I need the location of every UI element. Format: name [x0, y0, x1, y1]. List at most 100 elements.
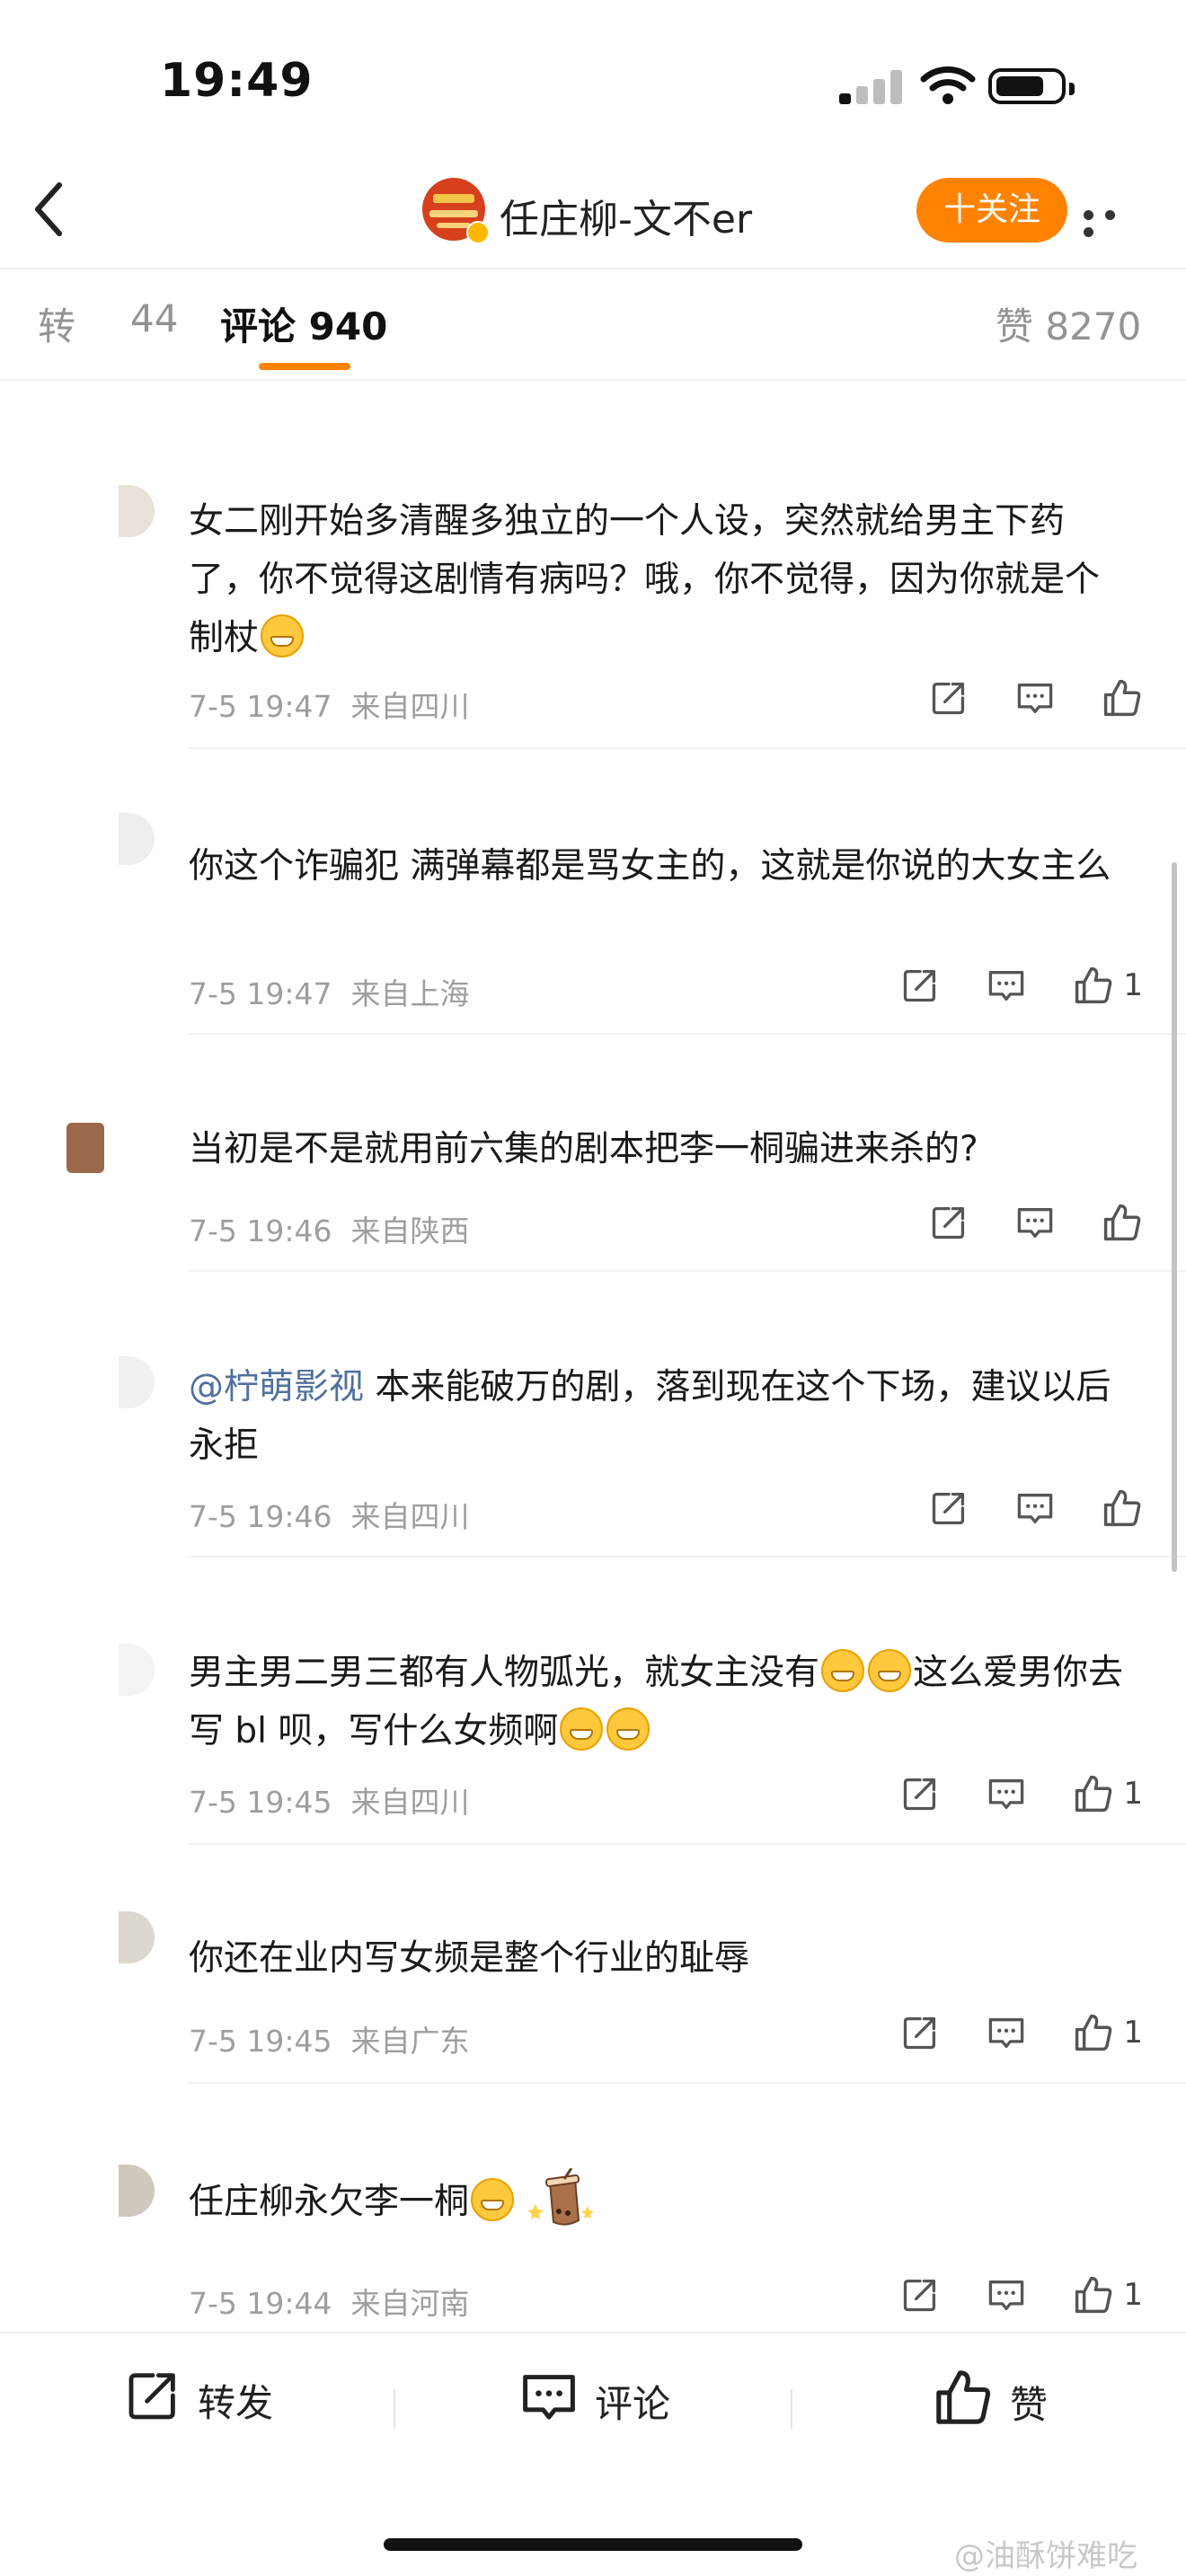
comment-location: 来自陕西	[350, 1213, 470, 1248]
like-icon[interactable]	[1102, 1487, 1143, 1529]
back-icon[interactable]	[31, 180, 66, 239]
bottom-bar-divider	[0, 2332, 1186, 2333]
comment-body: 任庄柳永欠李一桐	[189, 2182, 470, 2222]
comment-actions	[882, 1202, 1143, 1243]
comment-icon[interactable]	[987, 1774, 1026, 1813]
commenter-avatar[interactable]	[66, 1123, 104, 1173]
comment-actions	[882, 1487, 1143, 1529]
share-icon[interactable]	[900, 966, 940, 1005]
watermark: @油酥饼难吃	[954, 2538, 1137, 2574]
comment-actions: 1	[854, 1773, 1143, 1814]
comment-meta: 7-5 19:47 来自上海	[189, 970, 469, 1013]
comment-time: 7-5 19:47	[189, 976, 332, 1011]
like-icon[interactable]	[1073, 2012, 1114, 2053]
comment-location: 来自广东	[350, 2024, 470, 2059]
comment-icon[interactable]	[1015, 1488, 1055, 1528]
tab-repost-count[interactable]: 44	[130, 296, 178, 340]
comment-meta: 7-5 19:47 来自四川	[189, 683, 469, 726]
comment-divider	[189, 1033, 1186, 1035]
comment-text: 任庄柳永欠李一桐	[189, 2168, 1132, 2231]
comment-meta: 7-5 19:44 来自河南	[189, 2280, 469, 2323]
comment-button[interactable]: 评论	[519, 2367, 670, 2435]
commenter-avatar[interactable]	[119, 1911, 155, 1963]
commenter-avatar[interactable]	[119, 2165, 155, 2217]
comment-body: 女二刚开始多清醒多独立的一个人设，突然就给男主下药了，你不觉得这剧情有病吗？哦，…	[189, 501, 1101, 658]
grin-emoji-icon	[261, 614, 305, 657]
comment-icon[interactable]	[987, 2013, 1026, 2052]
comment-text: 女二刚开始多清醒多独立的一个人设，突然就给男主下药了，你不觉得这剧情有病吗？哦，…	[189, 492, 1132, 667]
comment-meta: 7-5 19:46 来自陕西	[189, 1207, 469, 1250]
grin-emoji-icon	[868, 1649, 912, 1692]
comment-text: 男主男二男三都有人物弧光，就女主没有 这么爱男你去写 bl 呗，写什么女频啊	[189, 1644, 1132, 1760]
comment-label: 评论	[595, 2381, 671, 2426]
comment-time: 7-5 19:46	[189, 1213, 332, 1248]
author-name[interactable]: 任庄柳-文不er	[500, 187, 752, 244]
comment-location: 来自四川	[350, 689, 470, 724]
wifi-icon	[920, 66, 976, 104]
commenter-avatar[interactable]	[119, 485, 155, 537]
battery-icon	[988, 68, 1075, 104]
share-icon[interactable]	[929, 678, 969, 718]
share-icon[interactable]	[900, 2275, 940, 2315]
comment-icon	[519, 2367, 579, 2435]
tab-repost[interactable]: 转	[38, 296, 75, 351]
comment-actions: 1	[854, 2274, 1143, 2316]
like-icon[interactable]	[1073, 1773, 1114, 1814]
like-count: 1	[1123, 2277, 1143, 2313]
follow-button[interactable]: 十关注	[916, 178, 1067, 243]
comment-location: 来自上海	[350, 976, 470, 1011]
like-icon	[933, 2367, 994, 2437]
comment-body: 男主男二男三都有人物弧光，就女主没有	[189, 1653, 820, 1693]
comment-icon[interactable]	[987, 2275, 1026, 2315]
repost-label: 转发	[198, 2380, 274, 2425]
commenter-avatar[interactable]	[119, 1644, 155, 1696]
comment-actions: 1	[854, 2012, 1143, 2053]
share-icon[interactable]	[900, 2013, 940, 2052]
like-icon[interactable]	[1073, 965, 1114, 1006]
like-count: 1	[1123, 967, 1143, 1003]
comment-time: 7-5 19:45	[189, 2024, 332, 2059]
like-icon[interactable]	[1073, 2274, 1114, 2316]
bubble-tea-sticker-icon	[528, 2168, 595, 2226]
home-indicator[interactable]	[384, 2538, 802, 2551]
like-label: 赞	[1010, 2382, 1049, 2427]
comment-divider	[189, 1270, 1186, 1272]
comment-divider	[189, 1556, 1186, 1557]
like-icon[interactable]	[1102, 677, 1143, 719]
comment-meta: 7-5 19:45 来自广东	[189, 2017, 469, 2060]
comment-meta: 7-5 19:45 来自四川	[189, 1778, 469, 1822]
tab-comments[interactable]: 评论 940	[220, 296, 387, 351]
comment-icon[interactable]	[1015, 678, 1055, 718]
comment-text: 你还在业内写女频是整个行业的耻辱	[189, 1938, 750, 1979]
comment-text: 当初是不是就用前六集的剧本把李一桐骗进来杀的?	[189, 1129, 978, 1169]
comment-icon[interactable]	[1015, 1203, 1055, 1242]
like-button[interactable]: 赞	[933, 2367, 1048, 2437]
commenter-avatar[interactable]	[119, 1356, 155, 1408]
comment-actions	[882, 677, 1143, 719]
bottom-separator	[791, 2389, 792, 2429]
like-count: 1	[1123, 2015, 1143, 2051]
grin-emoji-icon	[821, 1649, 865, 1692]
like-count: 1	[1123, 1776, 1143, 1812]
mention-link[interactable]: @柠萌影视	[189, 1367, 364, 1407]
comment-location: 来自四川	[350, 1785, 470, 1820]
share-icon[interactable]	[900, 1774, 940, 1813]
share-icon[interactable]	[929, 1203, 969, 1242]
comment-time: 7-5 19:46	[189, 1499, 332, 1534]
share-icon[interactable]	[929, 1488, 969, 1528]
comment-time: 7-5 19:47	[189, 689, 332, 724]
status-time: 19:49	[160, 54, 314, 108]
grin-emoji-icon	[606, 1707, 651, 1751]
commenter-avatar[interactable]	[119, 813, 155, 865]
comment-location: 来自四川	[350, 1499, 470, 1534]
comment-icon[interactable]	[987, 966, 1026, 1005]
comment-text: 你这个诈骗犯 满弹幕都是骂女主的，这就是你说的大女主么	[189, 846, 1111, 887]
like-icon[interactable]	[1102, 1202, 1143, 1243]
tab-likes[interactable]: 赞 8270	[996, 296, 1141, 351]
share-icon	[124, 2367, 181, 2433]
comment-meta: 7-5 19:46 来自四川	[189, 1493, 469, 1536]
more-icon[interactable]	[1084, 207, 1146, 237]
scrollbar[interactable]	[1172, 862, 1177, 1572]
repost-button[interactable]: 转发	[124, 2367, 273, 2433]
comment-time: 7-5 19:45	[189, 1785, 332, 1820]
